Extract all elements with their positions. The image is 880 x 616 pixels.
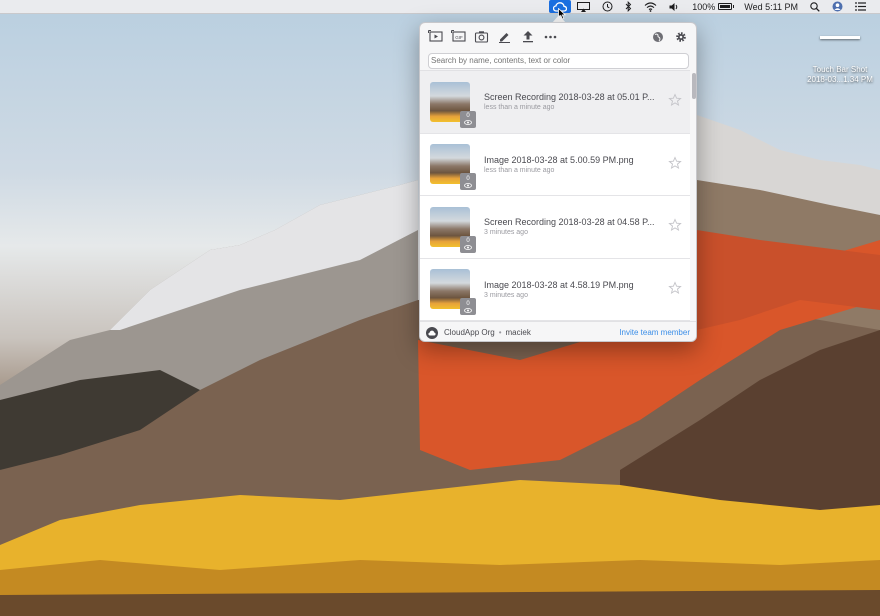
view-count: 0: [466, 113, 470, 120]
globe-icon[interactable]: [648, 27, 667, 46]
drop-time: 3 minutes ago: [484, 229, 528, 237]
view-count: 0: [466, 238, 470, 245]
drop-title: Screen Recording 2018-03-28 at 04.58 P..…: [484, 217, 655, 228]
eye-icon: [464, 307, 472, 313]
desktop-file-name: Touch Bar Shot: [812, 65, 868, 74]
view-count-badge: 0: [460, 110, 476, 128]
user-name[interactable]: maciek: [506, 328, 531, 337]
bluetooth-icon[interactable]: [619, 0, 638, 14]
drops-list: 0 Screen Recording 2018-03-28 at 05.01 P…: [420, 70, 690, 321]
spotlight-search-icon[interactable]: [804, 0, 826, 14]
drop-thumbnail: 0: [430, 269, 476, 316]
screen-recording-icon[interactable]: [426, 27, 445, 46]
wifi-icon[interactable]: [638, 0, 663, 14]
volume-icon[interactable]: [663, 0, 686, 14]
battery-icon: [718, 3, 735, 10]
star-icon[interactable]: [668, 280, 682, 295]
search-input[interactable]: [428, 52, 689, 69]
drop-title: Image 2018-03-28 at 5.00.59 PM.png: [484, 154, 634, 165]
annotate-icon[interactable]: [495, 27, 514, 46]
drop-title: Image 2018-03-28 at 4.58.19 PM.png: [484, 279, 634, 290]
drop-thumbnail: 0: [430, 206, 476, 253]
user-avatar-icon[interactable]: [826, 0, 849, 14]
view-count-badge: 0: [460, 173, 476, 191]
cloudapp-popover: GIF 0 Screen Recording 201: [419, 22, 697, 342]
star-icon[interactable]: [668, 218, 682, 232]
drop-thumbnail: 0: [430, 144, 476, 191]
menu-bar: 100% Wed 5:11 PM: [0, 0, 880, 14]
desktop-file-date: 2018-03...1.34 PM: [807, 75, 873, 84]
screenshot-icon[interactable]: [472, 27, 491, 46]
list-item[interactable]: 0 Screen Recording 2018-03-28 at 05.01 P…: [420, 71, 690, 134]
org-name[interactable]: CloudApp Org: [444, 328, 495, 337]
battery-percent: 100%: [692, 1, 716, 12]
popover-toolbar: GIF: [420, 23, 696, 50]
list-item[interactable]: 0 Image 2018-03-28 at 4.58.19 PM.png 3 m…: [420, 258, 690, 321]
desktop-file-touchbar-shot[interactable]: Touch Bar Shot 2018-03...1.34 PM: [800, 36, 880, 85]
eye-icon: [464, 182, 472, 188]
invite-team-member-link[interactable]: Invite team member: [619, 328, 690, 337]
org-avatar-icon[interactable]: [426, 326, 438, 339]
list-scrollbar[interactable]: [690, 71, 696, 320]
view-count-badge: 0: [460, 298, 476, 316]
footer-separator: •: [498, 328, 502, 337]
desktop-file-thumbnail: [820, 36, 860, 39]
battery-level-fill: [720, 5, 731, 8]
menubar-clock[interactable]: Wed 5:11 PM: [738, 0, 804, 14]
gear-icon[interactable]: [671, 27, 690, 46]
drop-time: 3 minutes ago: [484, 291, 528, 299]
drop-time: less than a minute ago: [484, 104, 555, 112]
star-icon[interactable]: [668, 93, 682, 107]
drop-title: Screen Recording 2018-03-28 at 05.01 P..…: [484, 92, 655, 103]
list-item[interactable]: 0 Image 2018-03-28 at 5.00.59 PM.png les…: [420, 133, 690, 196]
battery-status[interactable]: 100%: [686, 0, 738, 14]
notification-center-icon[interactable]: [849, 0, 872, 14]
star-icon[interactable]: [668, 155, 682, 170]
gif-recording-icon[interactable]: GIF: [449, 27, 468, 46]
upload-icon[interactable]: [518, 27, 537, 46]
view-count: 0: [466, 175, 470, 182]
drop-thumbnail: 0: [430, 81, 476, 128]
view-count-badge: 0: [460, 235, 476, 253]
svg-text:GIF: GIF: [455, 35, 463, 40]
scrollbar-thumb[interactable]: [692, 73, 696, 99]
more-icon[interactable]: [541, 27, 560, 46]
eye-icon: [464, 120, 472, 126]
eye-icon: [464, 245, 472, 251]
view-count: 0: [466, 300, 470, 307]
list-item[interactable]: 0 Screen Recording 2018-03-28 at 04.58 P…: [420, 196, 690, 259]
drop-time: less than a minute ago: [484, 166, 555, 174]
time-machine-icon[interactable]: [596, 0, 619, 14]
airplay-icon[interactable]: [571, 0, 596, 14]
popover-footer: CloudApp Org • maciek Invite team member: [420, 321, 696, 341]
